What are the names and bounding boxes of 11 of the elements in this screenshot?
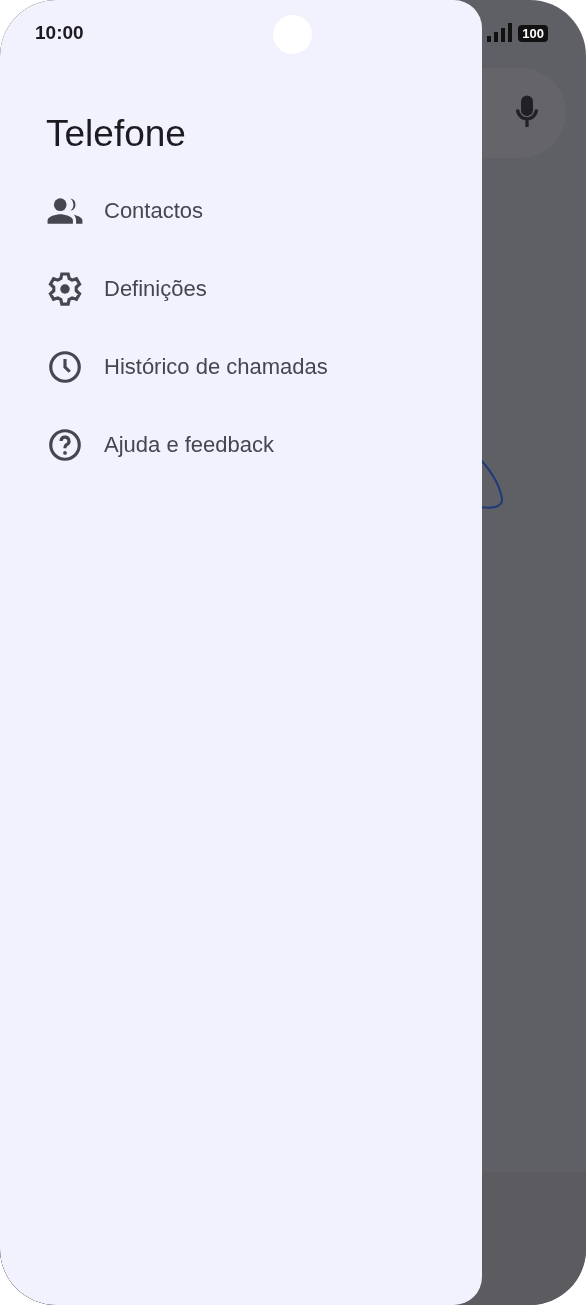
signal-icon bbox=[487, 23, 514, 43]
battery-indicator: 100 bbox=[518, 24, 548, 42]
drawer-title: Telefone bbox=[46, 112, 187, 156]
help-icon bbox=[46, 426, 84, 464]
clock-icon bbox=[46, 348, 84, 386]
menu-item[interactable]: Definições bbox=[0, 250, 482, 328]
status-time: 10:00 bbox=[35, 22, 84, 44]
menu-item[interactable]: Histórico de chamadas bbox=[0, 328, 482, 406]
menu-item[interactable]: Ajuda e feedback bbox=[0, 406, 482, 484]
menu-item[interactable]: Contactos bbox=[0, 172, 482, 250]
settings-icon bbox=[46, 270, 84, 308]
